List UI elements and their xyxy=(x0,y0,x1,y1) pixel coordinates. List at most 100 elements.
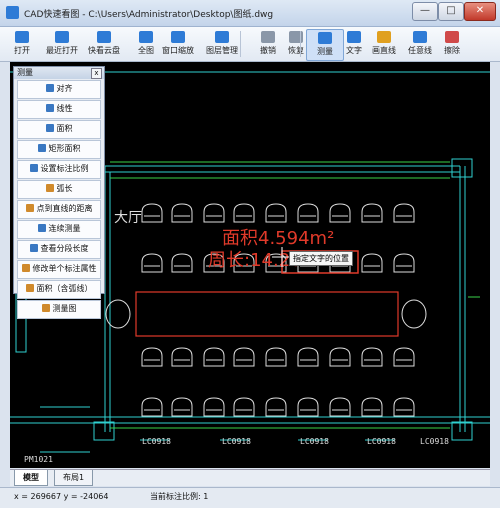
chair xyxy=(203,347,225,367)
chair xyxy=(265,397,287,417)
toolbar-folder-open-button[interactable]: 打开 xyxy=(4,29,40,59)
panel-item-label: 修改单个标注属性 xyxy=(32,264,97,273)
toolbar-separator xyxy=(240,31,241,57)
close-button[interactable]: ✕ xyxy=(464,2,496,21)
chair xyxy=(141,397,163,417)
toolbar-label: 最近打开 xyxy=(46,46,78,55)
maximize-button[interactable]: □ xyxy=(438,2,464,21)
chair xyxy=(361,253,383,273)
panel-item-label: 设置标注比例 xyxy=(40,164,89,173)
minimize-button[interactable]: — xyxy=(412,2,438,21)
chair xyxy=(141,253,163,273)
toolbar-fit-screen-button[interactable]: 全图 xyxy=(128,29,164,59)
window-label: LC0918 xyxy=(420,437,449,446)
measure-tool-icon xyxy=(45,184,54,192)
measure-tool-icon xyxy=(37,144,46,152)
chair xyxy=(297,203,319,223)
panel-item-label: 对齐 xyxy=(56,84,73,93)
cloud-icon xyxy=(97,31,111,43)
panel-item-label: 测量图 xyxy=(52,304,77,313)
coordinate-readout: x = 269667 y = -24064 xyxy=(14,492,109,501)
fit-screen-icon xyxy=(139,31,153,43)
panel-item[interactable]: 连续测量 xyxy=(17,220,101,239)
panel-item[interactable]: 点到直线的距离 xyxy=(17,200,101,219)
chair xyxy=(297,347,319,367)
window-label: LC0918 xyxy=(367,437,396,446)
panel-item-list: 对齐线性面积矩形面积设置标注比例 弧长点到直线的距离 连续测量查看分段长度 修改单个标… xyxy=(14,80,104,319)
chair xyxy=(329,347,351,367)
panel-item-label: 矩形面积 xyxy=(48,144,81,153)
panel-item[interactable]: 面积（含弧线） xyxy=(17,280,101,299)
chair xyxy=(393,253,415,273)
panel-item-label: 连续测量 xyxy=(48,224,81,233)
toolbar-zoom-window-button[interactable]: 窗口缩放 xyxy=(160,29,196,59)
panel-item[interactable]: 矩形面积 xyxy=(17,140,101,159)
panel-item-label: 查看分段长度 xyxy=(40,244,89,253)
chair xyxy=(203,203,225,223)
toolbar-eraser-button[interactable]: 擦除 xyxy=(434,29,470,59)
panel-item[interactable]: 弧长 xyxy=(17,180,101,199)
panel-item-label: 线性 xyxy=(56,104,73,113)
layout-tabs: 模型 布局1 xyxy=(10,469,490,486)
scale-readout: 当前标注比例: 1 xyxy=(150,492,209,501)
measure-tool-icon xyxy=(25,284,34,292)
panel-item[interactable]: 设置标注比例 xyxy=(17,160,101,179)
tab-model[interactable]: 模型 xyxy=(14,470,48,486)
panel-item[interactable]: 测量图 xyxy=(17,300,101,319)
window-label: LC0918 xyxy=(300,437,329,446)
toolbar-label: 快看云盘 xyxy=(88,46,120,55)
chair xyxy=(361,347,383,367)
title-bar: CAD快速看图 - C:\Users\Administrator\Desktop… xyxy=(0,0,500,27)
chair xyxy=(141,347,163,367)
measure-tool-icon xyxy=(29,164,38,172)
toolbar-layers-button[interactable]: 图层管理 xyxy=(204,29,240,59)
eraser-icon xyxy=(445,31,459,43)
panel-item[interactable]: 修改单个标注属性 xyxy=(17,260,101,279)
panel-close-button[interactable]: x xyxy=(91,68,102,79)
chair xyxy=(393,397,415,417)
measure-tool-icon xyxy=(41,304,50,312)
measure-tool-icon xyxy=(21,264,30,272)
panel-item-label: 面积（含弧线） xyxy=(36,284,93,293)
chair xyxy=(297,397,319,417)
pen-icon xyxy=(413,31,427,43)
measure-tool-icon xyxy=(37,224,46,232)
chair xyxy=(265,347,287,367)
toolbar-label: 窗口缩放 xyxy=(162,46,194,55)
panel-item[interactable]: 面积 xyxy=(17,120,101,139)
panel-item[interactable]: 线性 xyxy=(17,100,101,119)
toolbar-label: 画直线 xyxy=(372,46,396,55)
text-icon xyxy=(347,31,361,43)
room-label: PM1021 xyxy=(24,455,53,464)
chair xyxy=(361,397,383,417)
chair xyxy=(361,203,383,223)
app-logo-icon xyxy=(6,6,19,19)
chair xyxy=(393,347,415,367)
toolbar-label: 全图 xyxy=(138,46,154,55)
window-label: LC0918 xyxy=(142,437,171,446)
window-label: LC0918 xyxy=(222,437,251,446)
chair xyxy=(203,397,225,417)
panel-item-label: 弧长 xyxy=(56,184,73,193)
toolbar-clock-button[interactable]: 最近打开 xyxy=(44,29,80,59)
measure-tool-icon xyxy=(45,104,54,112)
chair xyxy=(233,203,255,223)
clock-icon xyxy=(55,31,69,43)
tab-layout1[interactable]: 布局1 xyxy=(54,470,94,486)
undo-icon xyxy=(261,31,275,43)
panel-header[interactable]: 测量 x xyxy=(14,67,104,79)
chair xyxy=(171,397,193,417)
measure-icon xyxy=(318,32,332,44)
panel-item[interactable]: 对齐 xyxy=(17,80,101,99)
window-title: CAD快速看图 - C:\Users\Administrator\Desktop… xyxy=(24,10,274,20)
toolbar-pen-button[interactable]: 任意线 xyxy=(402,29,438,59)
chair xyxy=(141,203,163,223)
toolbar-cloud-button[interactable]: 快看云盘 xyxy=(86,29,122,59)
panel-item-label: 点到直线的距离 xyxy=(36,204,93,213)
panel-item[interactable]: 查看分段长度 xyxy=(17,240,101,259)
toolbar: 打开 最近打开 快看云盘 全图 窗口缩放 图层管理 撤销 恢复 测量 文字 画直线 任意线 擦除 xyxy=(0,27,500,62)
toolbar-line-button[interactable]: 画直线 xyxy=(366,29,402,59)
chair xyxy=(171,347,193,367)
chair xyxy=(233,397,255,417)
chair xyxy=(171,203,193,223)
